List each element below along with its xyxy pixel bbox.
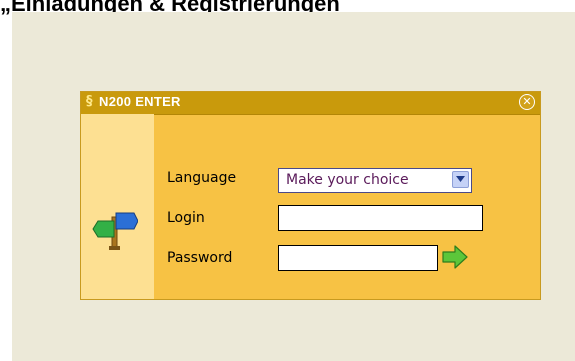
chevron-down-icon[interactable] bbox=[452, 171, 469, 188]
password-label: Password bbox=[167, 250, 233, 266]
dialog-title: N200 ENTER bbox=[99, 94, 181, 109]
grip-icon: § bbox=[86, 94, 93, 109]
arrow-right-icon[interactable] bbox=[442, 245, 468, 269]
signpost-icon bbox=[92, 212, 138, 250]
password-field[interactable] bbox=[278, 245, 438, 271]
login-field[interactable] bbox=[278, 205, 483, 231]
language-select[interactable]: Make your choice bbox=[278, 168, 472, 193]
login-dialog: § N200 ENTER ✕ Language Make your choice… bbox=[80, 91, 541, 300]
language-label: Language bbox=[167, 170, 237, 186]
login-label: Login bbox=[167, 210, 205, 226]
content-area: § N200 ENTER ✕ Language Make your choice… bbox=[12, 12, 575, 361]
dialog-side-panel bbox=[81, 114, 154, 299]
dialog-titlebar[interactable]: § N200 ENTER ✕ bbox=[81, 92, 540, 115]
language-select-value: Make your choice bbox=[286, 172, 409, 188]
close-icon[interactable]: ✕ bbox=[519, 94, 535, 110]
